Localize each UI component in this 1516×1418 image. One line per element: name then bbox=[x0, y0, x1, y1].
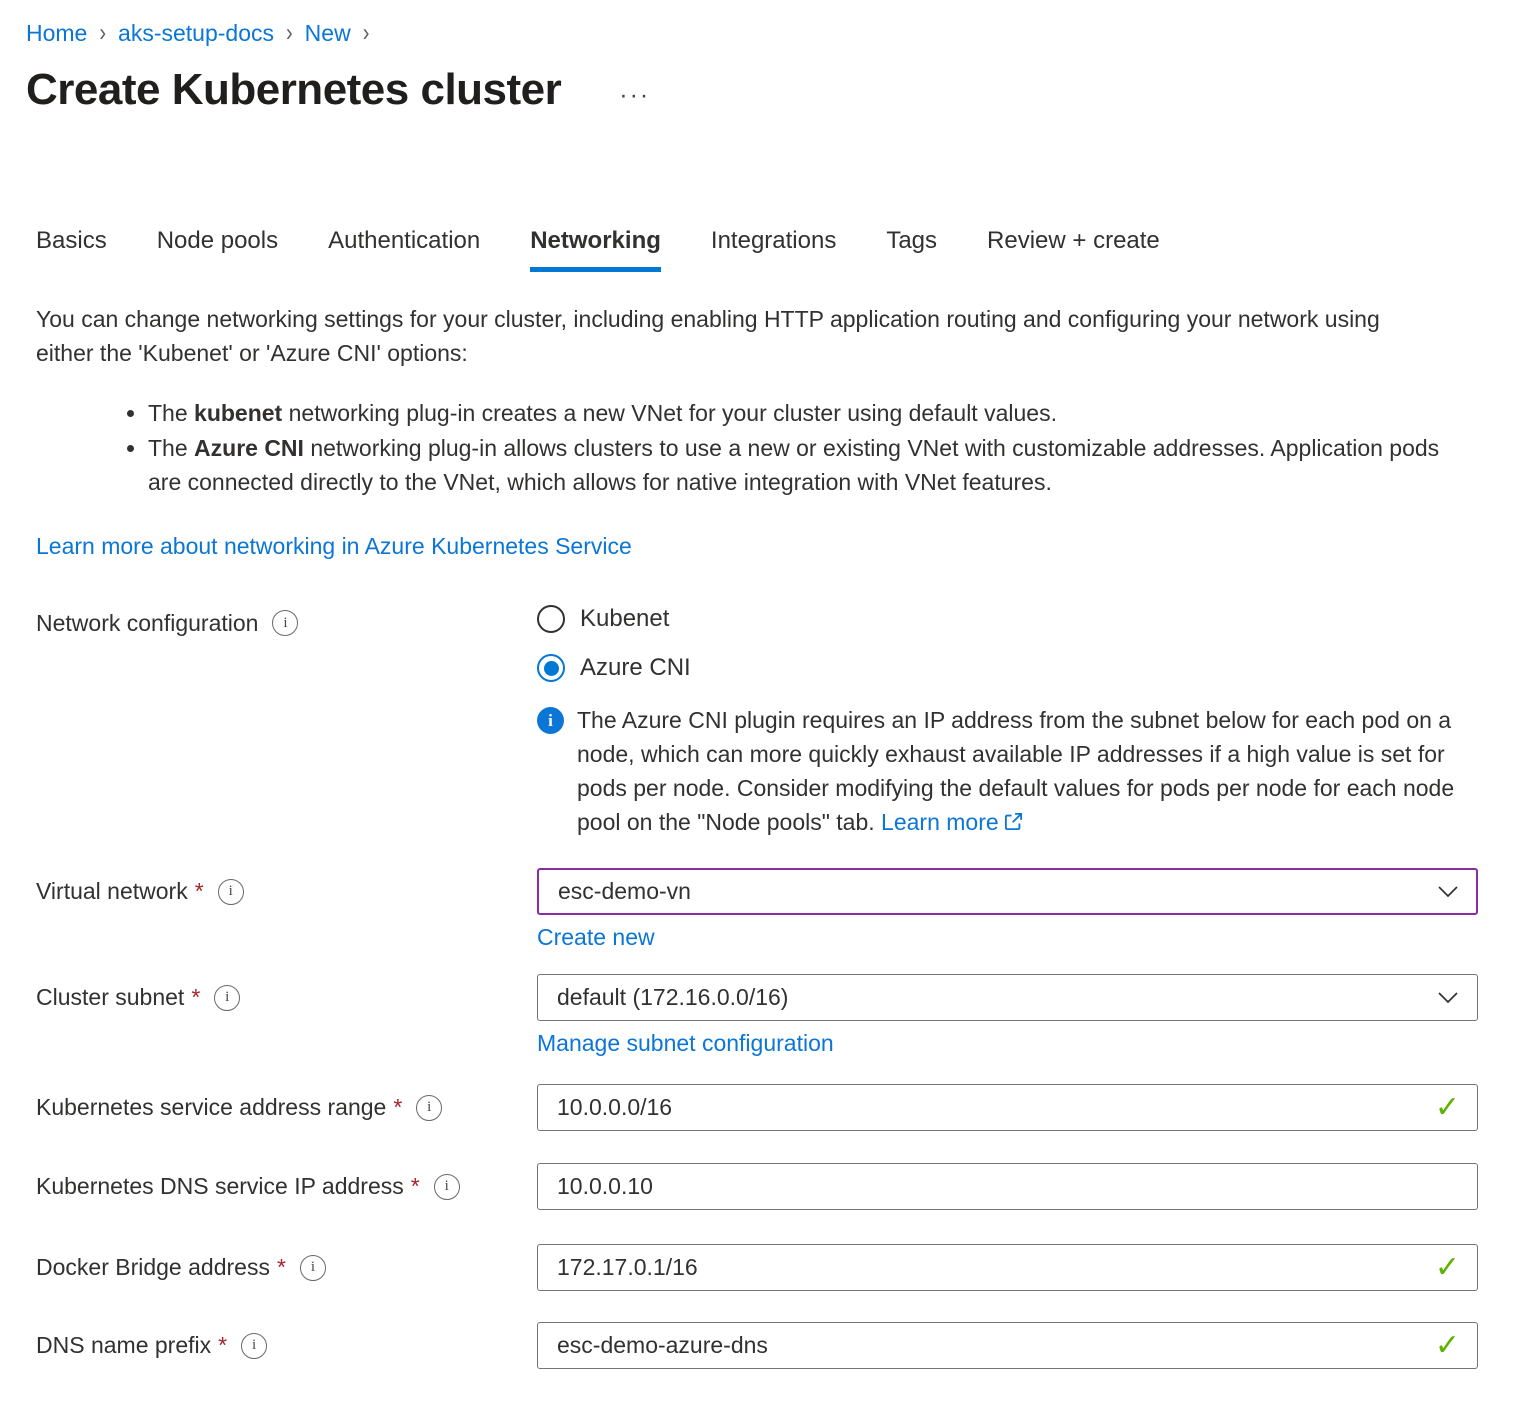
manage-subnet-configuration-link[interactable]: Manage subnet configuration bbox=[537, 1030, 834, 1057]
azure-cni-learn-more-link[interactable]: Learn more bbox=[881, 809, 1024, 835]
breadcrumb-separator-icon: › bbox=[286, 19, 293, 48]
breadcrumb-new[interactable]: New bbox=[305, 20, 351, 47]
info-icon[interactable]: i bbox=[300, 1255, 326, 1281]
breadcrumb-home[interactable]: Home bbox=[26, 20, 87, 47]
dns-name-prefix-input-wrap: ✓ bbox=[537, 1322, 1478, 1369]
service-address-range-input[interactable] bbox=[537, 1084, 1478, 1131]
info-icon[interactable]: i bbox=[434, 1174, 460, 1200]
radio-kubenet-label: Kubenet bbox=[580, 605, 669, 633]
azure-cni-note-row: i The Azure CNI plugin requires an IP ad… bbox=[36, 703, 1478, 839]
virtual-network-dropdown[interactable]: esc-demo-vn bbox=[537, 868, 1478, 915]
docker-bridge-row: Docker Bridge address * i ✓ bbox=[36, 1244, 1478, 1291]
cluster-subnet-row: Cluster subnet * i default (172.16.0.0/1… bbox=[36, 974, 1478, 1057]
breadcrumb-separator-icon: › bbox=[363, 19, 370, 48]
virtual-network-row: Virtual network * i esc-demo-vn Create n… bbox=[36, 868, 1478, 951]
dns-service-ip-input[interactable] bbox=[537, 1163, 1478, 1210]
networking-intro-paragraph: You can change networking settings for y… bbox=[36, 302, 1436, 370]
docker-bridge-label: Docker Bridge address bbox=[36, 1254, 270, 1281]
required-asterisk: * bbox=[393, 1094, 402, 1121]
kubenet-bullet: The kubenet networking plug-in creates a… bbox=[148, 396, 1478, 430]
docker-bridge-label-cell: Docker Bridge address * i bbox=[36, 1244, 537, 1291]
required-asterisk: * bbox=[277, 1254, 286, 1281]
dns-service-ip-input-wrap bbox=[537, 1163, 1478, 1210]
network-configuration-row: Network configuration i Kubenet Azure CN… bbox=[36, 602, 1478, 682]
radio-circle-icon bbox=[537, 605, 565, 633]
docker-bridge-control-cell: ✓ bbox=[537, 1244, 1478, 1291]
radio-azure-cni[interactable]: Azure CNI bbox=[537, 654, 1478, 682]
title-row: Create Kubernetes cluster ··· bbox=[26, 65, 1478, 115]
dns-service-ip-label-cell: Kubernetes DNS service IP address * i bbox=[36, 1163, 537, 1210]
breadcrumb-separator-icon: › bbox=[99, 19, 106, 48]
azure-cni-bullet: The Azure CNI networking plug-in allows … bbox=[148, 431, 1478, 499]
network-plugin-bullet-list: The kubenet networking plug-in creates a… bbox=[36, 396, 1478, 499]
virtual-network-dropdown-wrap: esc-demo-vn bbox=[537, 868, 1478, 915]
tab-review-create[interactable]: Review + create bbox=[987, 227, 1160, 272]
required-asterisk: * bbox=[195, 878, 204, 905]
virtual-network-control-cell: esc-demo-vn Create new bbox=[537, 868, 1478, 951]
network-configuration-label-cell: Network configuration i bbox=[36, 608, 537, 638]
info-icon[interactable]: i bbox=[214, 985, 240, 1011]
tab-node-pools[interactable]: Node pools bbox=[157, 227, 278, 272]
cluster-subnet-label-cell: Cluster subnet * i bbox=[36, 974, 537, 1021]
tab-networking[interactable]: Networking bbox=[530, 227, 661, 272]
learn-more-networking-link[interactable]: Learn more about networking in Azure Kub… bbox=[36, 533, 632, 560]
network-configuration-label: Network configuration bbox=[36, 610, 258, 637]
dns-name-prefix-row: DNS name prefix * i ✓ bbox=[36, 1322, 1478, 1369]
azure-cni-info-note: i The Azure CNI plugin requires an IP ad… bbox=[537, 703, 1478, 839]
dns-service-ip-label: Kubernetes DNS service IP address bbox=[36, 1173, 404, 1200]
networking-form: Network configuration i Kubenet Azure CN… bbox=[36, 602, 1478, 1369]
network-configuration-radio-group: Kubenet Azure CNI bbox=[537, 602, 1478, 682]
info-icon[interactable]: i bbox=[241, 1333, 267, 1359]
dns-name-prefix-control-cell: ✓ bbox=[537, 1322, 1478, 1369]
info-filled-icon: i bbox=[537, 707, 564, 734]
dns-name-prefix-input[interactable] bbox=[537, 1322, 1478, 1369]
create-new-vnet-link[interactable]: Create new bbox=[537, 924, 655, 951]
dns-name-prefix-label-cell: DNS name prefix * i bbox=[36, 1322, 537, 1369]
azure-cni-note-text: The Azure CNI plugin requires an IP addr… bbox=[577, 703, 1478, 839]
cluster-subnet-label: Cluster subnet bbox=[36, 984, 184, 1011]
tab-bar: Basics Node pools Authentication Network… bbox=[36, 227, 1478, 272]
dns-name-prefix-label: DNS name prefix bbox=[36, 1332, 211, 1359]
dns-service-ip-control-cell bbox=[537, 1163, 1478, 1210]
breadcrumb-aks-setup-docs[interactable]: aks-setup-docs bbox=[118, 20, 274, 47]
radio-circle-icon bbox=[537, 654, 565, 682]
cluster-subnet-dropdown-wrap: default (172.16.0.0/16) bbox=[537, 974, 1478, 1021]
external-link-icon bbox=[1003, 811, 1024, 832]
service-address-range-label: Kubernetes service address range bbox=[36, 1094, 386, 1121]
tab-authentication[interactable]: Authentication bbox=[328, 227, 480, 272]
service-address-range-label-cell: Kubernetes service address range * i bbox=[36, 1084, 537, 1131]
docker-bridge-input-wrap: ✓ bbox=[537, 1244, 1478, 1291]
required-asterisk: * bbox=[218, 1332, 227, 1359]
service-address-range-input-wrap: ✓ bbox=[537, 1084, 1478, 1131]
breadcrumb: Home › aks-setup-docs › New › bbox=[26, 20, 1478, 47]
virtual-network-label-cell: Virtual network * i bbox=[36, 868, 537, 915]
tab-integrations[interactable]: Integrations bbox=[711, 227, 836, 272]
create-kubernetes-cluster-page: Home › aks-setup-docs › New › Create Kub… bbox=[0, 0, 1516, 1399]
more-options-ellipsis-icon[interactable]: ··· bbox=[619, 81, 650, 110]
virtual-network-label: Virtual network bbox=[36, 878, 188, 905]
page-title: Create Kubernetes cluster bbox=[26, 65, 561, 115]
radio-azure-cni-label: Azure CNI bbox=[580, 654, 691, 682]
virtual-network-value: esc-demo-vn bbox=[558, 878, 691, 905]
info-icon[interactable]: i bbox=[272, 610, 298, 636]
required-asterisk: * bbox=[411, 1173, 420, 1200]
cluster-subnet-dropdown[interactable]: default (172.16.0.0/16) bbox=[537, 974, 1478, 1021]
info-icon[interactable]: i bbox=[218, 879, 244, 905]
required-asterisk: * bbox=[191, 984, 200, 1011]
service-address-range-control-cell: ✓ bbox=[537, 1084, 1478, 1131]
tab-tags[interactable]: Tags bbox=[886, 227, 937, 272]
cluster-subnet-control-cell: default (172.16.0.0/16) Manage subnet co… bbox=[537, 974, 1478, 1057]
info-icon[interactable]: i bbox=[416, 1095, 442, 1121]
radio-kubenet[interactable]: Kubenet bbox=[537, 605, 1478, 633]
dns-service-ip-row: Kubernetes DNS service IP address * i bbox=[36, 1163, 1478, 1210]
docker-bridge-input[interactable] bbox=[537, 1244, 1478, 1291]
cluster-subnet-value: default (172.16.0.0/16) bbox=[557, 984, 788, 1011]
service-address-range-row: Kubernetes service address range * i ✓ bbox=[36, 1084, 1478, 1131]
tab-basics[interactable]: Basics bbox=[36, 227, 107, 272]
